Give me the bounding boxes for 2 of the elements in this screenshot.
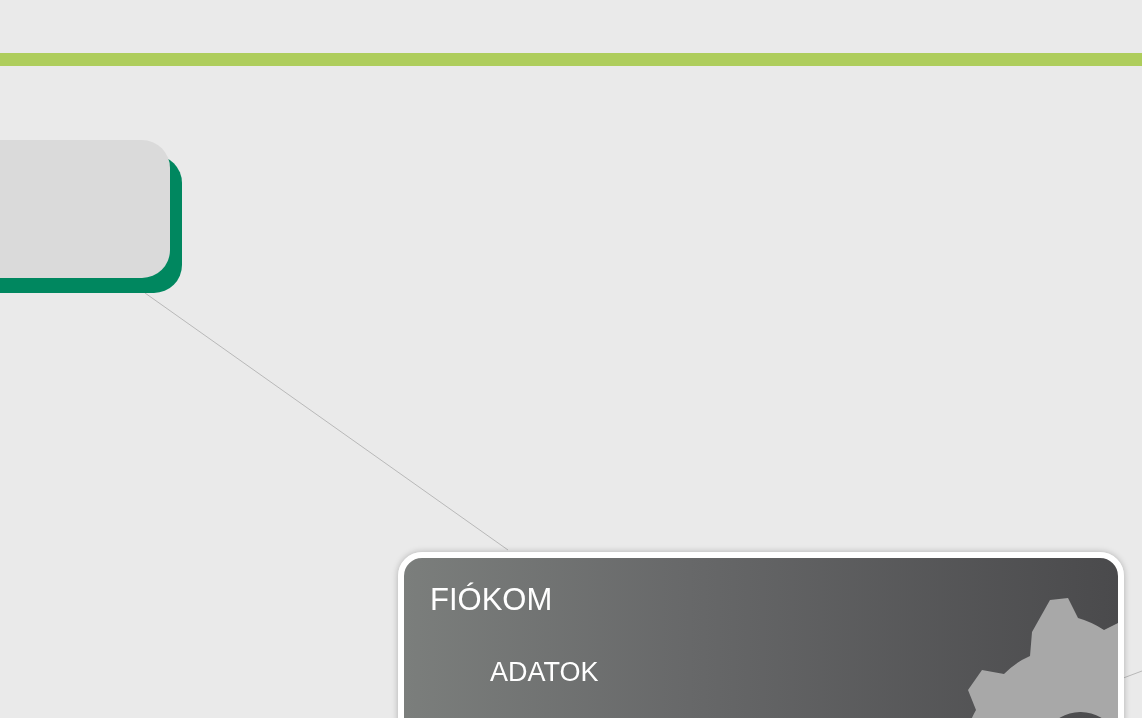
menu-title: FIÓKOM bbox=[430, 584, 553, 615]
menu-item[interactable]: ADATOK bbox=[430, 659, 599, 686]
